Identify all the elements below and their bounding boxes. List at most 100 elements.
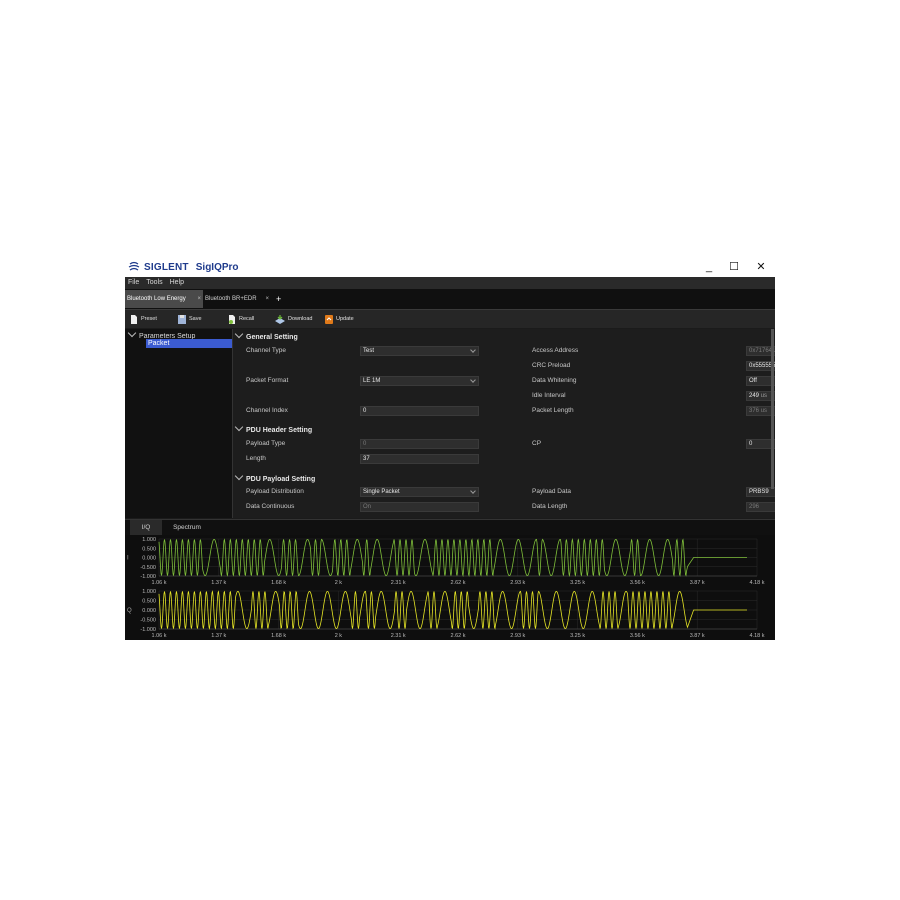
brand-name: SIGLENT — [144, 261, 189, 273]
payload-type-label: Payload Type — [246, 440, 286, 447]
download-label: Download — [288, 316, 313, 322]
q-y-tick-label: 0.500 — [142, 599, 156, 605]
i-x-tick-label: 1.06 k — [152, 580, 167, 586]
packet-length-unit: us — [760, 408, 768, 414]
update-label: Update — [336, 316, 354, 322]
i-x-tick-label: 2 k — [335, 580, 343, 586]
q-x-tick-label: 4.18 k — [750, 633, 765, 639]
payload-distribution-label: Payload Distribution — [246, 488, 304, 495]
recall-label: Recall — [239, 316, 255, 322]
payload-distribution-select[interactable]: Single Packet — [360, 487, 479, 497]
q-x-tick-label: 3.25 k — [570, 633, 585, 639]
length-label: Length — [246, 455, 266, 462]
q-x-tick-label: 3.56 k — [630, 633, 645, 639]
product-name: SigIQPro — [195, 261, 239, 273]
crc-preload-label: CRC Preload — [532, 362, 571, 369]
idle-interval-unit: us — [760, 393, 768, 399]
chevron-down-icon — [234, 422, 244, 432]
app-logo: SIGLENT SigIQPro — [128, 261, 239, 273]
channel-type-select[interactable]: Test — [360, 346, 479, 356]
tree-item-packet[interactable]: Packet — [146, 339, 232, 348]
i-x-tick-label: 1.37 k — [211, 580, 226, 586]
q-y-tick-label: 0.000 — [142, 608, 156, 614]
packet-format-select[interactable]: LE 1M — [360, 376, 479, 386]
save-label: Save — [189, 316, 202, 322]
data-length-label: Data Length — [532, 503, 568, 510]
close-button[interactable]: ✕ — [752, 260, 770, 274]
tab-spectrum[interactable]: Spectrum — [167, 520, 207, 536]
length-input[interactable]: 37 — [360, 454, 479, 464]
q-x-tick-label: 2.31 k — [391, 633, 406, 639]
download-button[interactable]: Download — [275, 314, 312, 324]
update-button[interactable]: Update — [325, 314, 354, 324]
section-pdu-header-setting[interactable]: PDU Header Setting — [234, 422, 312, 434]
preset-button[interactable]: Preset — [130, 314, 157, 324]
i-x-tick-label: 3.87 k — [690, 580, 705, 586]
data-continuous-field: On — [360, 502, 479, 512]
tab-label: Bluetooth Low Energy — [127, 296, 186, 302]
chevron-down-icon — [470, 377, 476, 383]
toolbar: Preset Save Recall Download Update — [125, 310, 775, 328]
title-bar: SIGLENT SigIQPro _ ☐ ✕ — [125, 258, 775, 277]
section-general-setting[interactable]: General Setting — [234, 329, 298, 341]
plot-tabs: I/Q Spectrum — [125, 519, 775, 536]
i-x-tick-label: 2.31 k — [391, 580, 406, 586]
data-whitening-value: Off — [749, 378, 757, 384]
section-pdu-payload-setting[interactable]: PDU Payload Setting — [234, 471, 315, 483]
q-y-tick-label: -0.500 — [140, 618, 156, 624]
save-button[interactable]: Save — [178, 314, 202, 324]
i-y-tick-label: 0.500 — [142, 546, 156, 552]
data-length-field: 296 — [746, 502, 775, 512]
chevron-down-icon[interactable] — [127, 328, 137, 338]
packet-format-label: Packet Format — [246, 377, 289, 384]
i-x-tick-label: 4.18 k — [750, 580, 765, 586]
q-waveform-chart: Q1.0000.5000.000-0.500-1.0001.06 k 1.37 k… — [127, 589, 765, 639]
app-window: SIGLENT SigIQPro _ ☐ ✕ File Tools Help B… — [125, 258, 775, 640]
q-x-tick-label: 1.37 k — [211, 633, 226, 639]
recall-icon — [229, 314, 235, 324]
payload-distribution-value: Single Packet — [363, 489, 400, 495]
tab-bluetooth-low-energy[interactable]: Bluetooth Low Energy × — [125, 290, 203, 308]
q-x-tick-label: 1.68 k — [271, 633, 286, 639]
access-address-label: Access Address — [532, 347, 579, 354]
tab-bluetooth-br-edr[interactable]: Bluetooth BR+EDR × — [203, 290, 271, 308]
update-icon — [325, 314, 333, 324]
maximize-button[interactable]: ☐ — [725, 260, 743, 274]
document-tabs: Bluetooth Low Energy × Bluetooth BR+EDR … — [125, 289, 775, 310]
recall-button[interactable]: Recall — [228, 314, 254, 324]
tab-iq[interactable]: I/Q — [130, 520, 162, 536]
q-plot: Q 1.000 0.500 0.000 -0.500 -1.000 1.06 k 1.37 k… — [125, 587, 775, 640]
q-y-tick-label: 1.000 — [142, 589, 156, 595]
save-icon — [178, 314, 186, 324]
i-y-tick-label: 0.000 — [142, 556, 156, 562]
payload-data-label: Payload Data — [532, 488, 572, 495]
chevron-down-icon — [234, 329, 244, 339]
packet-format-value: LE 1M — [363, 378, 381, 384]
chevron-down-icon — [470, 488, 476, 494]
channel-type-label: Channel Type — [246, 347, 286, 354]
parameter-scrollbar[interactable] — [771, 329, 774, 489]
q-axis-label: Q — [127, 608, 132, 614]
data-whitening-label: Data Whitening — [532, 377, 577, 384]
q-x-tick-label: 2.93 k — [510, 633, 525, 639]
channel-index-input[interactable]: 0 — [360, 406, 479, 416]
add-tab-button[interactable]: + — [276, 290, 281, 308]
payload-data-value: PRBS9 — [749, 489, 769, 495]
cp-label: CP — [532, 440, 542, 447]
menu-bar: File Tools Help — [125, 277, 775, 289]
menu-help[interactable]: Help — [170, 277, 184, 289]
i-y-tick-label: 1.000 — [142, 537, 156, 543]
minimize-button[interactable]: _ — [700, 260, 718, 274]
iq-plots: I 1.000 0.500 0.000 -0.500 -1.000 1.06 k 1.37 k… — [125, 535, 775, 640]
download-icon — [275, 314, 285, 324]
tab-close-icon[interactable]: × — [265, 290, 269, 308]
menu-file[interactable]: File — [128, 277, 139, 289]
tab-close-icon[interactable]: × — [197, 290, 201, 308]
menu-tools[interactable]: Tools — [146, 277, 162, 289]
data-continuous-label: Data Continuous — [246, 503, 295, 510]
i-x-tick-label: 2.62 k — [451, 580, 466, 586]
idle-interval-value: 249 — [749, 393, 760, 399]
i-waveform-chart: I1.0000.5000.000-0.500-1.0001.06 k 1.37 k… — [127, 537, 765, 586]
i-x-tick-label: 3.25 k — [570, 580, 585, 586]
chevron-down-icon — [470, 347, 476, 353]
